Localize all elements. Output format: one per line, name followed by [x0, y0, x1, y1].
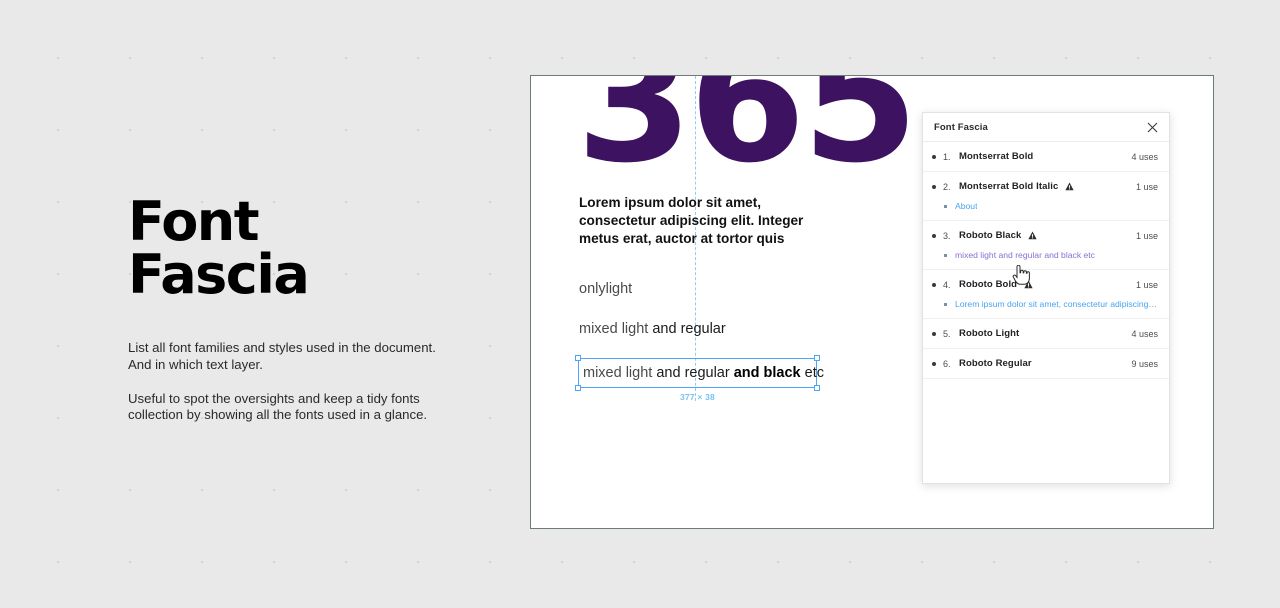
- mixed2-regular-run: and regular: [656, 365, 734, 381]
- font-row-name: Montserrat Bold Italic: [959, 181, 1059, 192]
- font-usage-item[interactable]: About: [932, 201, 1158, 211]
- resize-handle-top-right[interactable]: [814, 355, 820, 361]
- warning-triangle-icon: [1065, 182, 1074, 191]
- resize-handle-top-left[interactable]: [575, 355, 581, 361]
- row-bullet-icon: [932, 233, 936, 238]
- font-usage-item[interactable]: Lorem ipsum dolor sit amet, consectetur …: [932, 299, 1158, 309]
- font-row-name: Roboto Light: [959, 328, 1020, 339]
- promo-paragraph-2: Useful to spot the oversights and keep a…: [128, 390, 428, 423]
- row-bullet-icon: [932, 361, 936, 366]
- font-row[interactable]: 4. Roboto Bold 1 use Lorem ipsum dolor sit …: [923, 270, 1169, 319]
- font-row-index: 4.: [943, 279, 951, 290]
- close-icon[interactable]: [1145, 120, 1159, 134]
- sub-bullet-icon: [944, 204, 947, 208]
- font-row-main: 3. Roboto Black 1 use: [932, 230, 1158, 241]
- font-row-index: 2.: [943, 181, 951, 192]
- font-row-name: Montserrat Bold: [959, 151, 1034, 162]
- row-bullet-icon: [932, 282, 936, 287]
- mixed-light-regular-layer[interactable]: mixed light and regular: [579, 321, 726, 337]
- mixed-light-regular-black-layer: mixed light and regular and black etc: [583, 365, 824, 381]
- row-bullet-icon: [932, 184, 936, 189]
- font-row-name: Roboto Black: [959, 230, 1022, 241]
- panel-title: Font Fascia: [934, 121, 988, 133]
- lorem-heading-layer[interactable]: Lorem ipsum dolor sit amet, consectetur …: [579, 194, 841, 248]
- page-title: Font Fascia: [128, 190, 310, 306]
- hero-number-text[interactable]: 365: [576, 76, 919, 186]
- font-row-name: Roboto Bold: [959, 279, 1018, 290]
- warning-triangle-icon: [1024, 280, 1033, 289]
- font-row-main: 5. Roboto Light 4 uses: [932, 328, 1158, 339]
- mixed2-light-run: mixed light: [583, 365, 657, 381]
- promo-column: Font Fascia List all font families and s…: [128, 190, 468, 424]
- font-row-uses: 4 uses: [1131, 151, 1158, 162]
- font-row-index: 5.: [943, 328, 951, 339]
- mixed1-regular-run: and regular: [652, 321, 726, 337]
- resize-handle-bottom-left[interactable]: [575, 385, 581, 391]
- font-usage-link[interactable]: mixed light and regular and black etc: [955, 250, 1095, 260]
- font-row[interactable]: 5. Roboto Light 4 uses: [923, 319, 1169, 349]
- font-row-index: 6.: [943, 358, 951, 369]
- font-row-index: 1.: [943, 151, 951, 162]
- font-row-uses: 9 uses: [1131, 358, 1158, 369]
- font-row[interactable]: 2. Montserrat Bold Italic 1 use About: [923, 172, 1169, 221]
- promo-paragraph-1: List all font families and styles used i…: [128, 339, 436, 372]
- font-row-uses: 1 use: [1135, 279, 1158, 290]
- mixed1-light-run: mixed light: [579, 321, 653, 337]
- row-bullet-icon: [932, 154, 936, 159]
- font-row-index: 3.: [943, 230, 951, 241]
- font-row-main: 6. Roboto Regular 9 uses: [932, 358, 1158, 369]
- mixed2-black-run: and black: [733, 365, 805, 381]
- selection-size-label: 377 × 38: [680, 392, 715, 402]
- font-row[interactable]: 6. Roboto Regular 9 uses: [923, 349, 1169, 379]
- sub-bullet-icon: [944, 302, 947, 306]
- font-row-main: 2. Montserrat Bold Italic 1 use: [932, 181, 1158, 192]
- onlylight-text-layer[interactable]: onlylight: [579, 281, 632, 297]
- resize-handle-bottom-right[interactable]: [814, 385, 820, 391]
- font-row-uses: 4 uses: [1131, 328, 1158, 339]
- panel-header: Font Fascia: [923, 113, 1169, 142]
- font-row-main: 1. Montserrat Bold 4 uses: [932, 151, 1158, 162]
- font-row-uses: 1 use: [1135, 181, 1158, 192]
- font-usage-link[interactable]: About: [955, 201, 977, 211]
- font-row[interactable]: 1. Montserrat Bold 4 uses: [923, 142, 1169, 172]
- sub-bullet-icon: [944, 253, 947, 257]
- font-usage-item[interactable]: mixed light and regular and black etc: [932, 250, 1158, 260]
- warning-triangle-icon: [1028, 231, 1038, 240]
- font-usage-link[interactable]: Lorem ipsum dolor sit amet, consectetur …: [955, 299, 1158, 309]
- selected-text-layer[interactable]: mixed light and regular and black etc 37…: [575, 355, 824, 402]
- font-row-uses: 1 use: [1135, 230, 1158, 241]
- font-list: 1. Montserrat Bold 4 uses 2. Montserrat Bold…: [923, 142, 1169, 483]
- font-row-main: 4. Roboto Bold 1 use: [932, 279, 1158, 290]
- row-bullet-icon: [932, 331, 936, 336]
- font-row[interactable]: 3. Roboto Black 1 use mixed light and regul…: [923, 221, 1169, 270]
- font-row-name: Roboto Regular: [959, 358, 1032, 369]
- mixed2-tail-run: etc: [804, 365, 824, 381]
- font-fascia-plugin-panel[interactable]: Font Fascia 1. Montserrat Bold 4 uses 2. Mon…: [922, 112, 1170, 484]
